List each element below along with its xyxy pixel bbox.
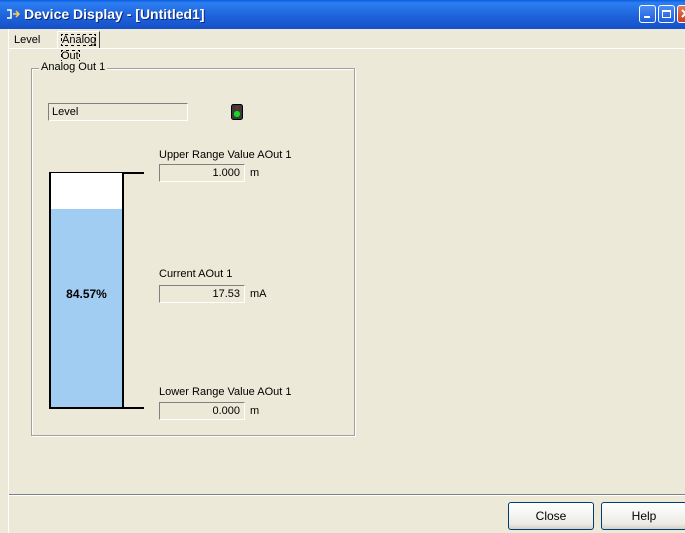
tank-fill: [51, 209, 122, 407]
button-bar-divider: [9, 494, 685, 496]
tab-analog-out[interactable]: Analog Out: [57, 31, 101, 62]
help-button[interactable]: Help: [601, 502, 685, 530]
minimize-button[interactable]: [639, 5, 656, 23]
close-icon: [681, 9, 685, 18]
group-title: Analog Out 1: [39, 61, 108, 73]
minimize-icon: [644, 16, 650, 18]
close-window-button[interactable]: [677, 5, 685, 23]
maximize-icon: [662, 10, 671, 18]
tab-level[interactable]: Level: [11, 33, 43, 47]
level-tank: 84.57%: [49, 172, 124, 409]
current-unit: mA: [250, 288, 267, 300]
upper-range-unit: m: [250, 167, 260, 179]
upper-range-label: Upper Range Value AOut 1: [159, 149, 292, 161]
upper-range-tick: [122, 172, 144, 174]
title-bar[interactable]: Device Display - [Untitled1]: [0, 0, 685, 29]
current-label: Current AOut 1: [159, 268, 233, 280]
tab-page-border: [9, 48, 685, 49]
source-field: Level: [48, 103, 188, 121]
close-button[interactable]: Close: [508, 502, 594, 530]
green-led-icon: [231, 104, 243, 120]
lower-range-tick: [122, 407, 144, 409]
upper-range-field: 1.000: [159, 164, 245, 182]
maximize-button[interactable]: [658, 5, 675, 23]
lower-range-unit: m: [250, 405, 260, 417]
window-title: Device Display - [Untitled1]: [24, 6, 205, 22]
lower-range-field: 0.000: [159, 402, 245, 420]
tank-percent: 84.57%: [66, 287, 107, 301]
app-icon: [7, 9, 20, 19]
current-field: 17.53: [159, 285, 245, 303]
lower-range-label: Lower Range Value AOut 1: [159, 386, 292, 398]
client-area: Level Analog Out Analog Out 1 Level 84.5…: [8, 29, 685, 533]
